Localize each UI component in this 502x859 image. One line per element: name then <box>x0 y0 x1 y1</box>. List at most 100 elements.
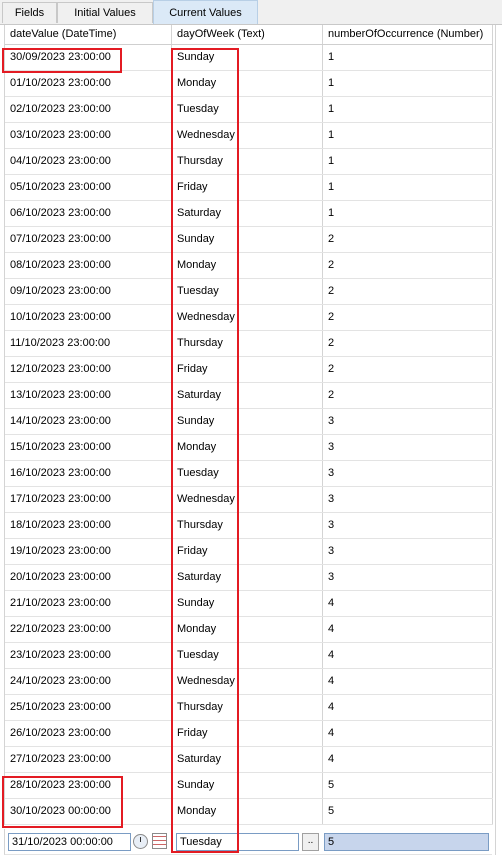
table-row[interactable]: 13/10/2023 23:00:00 Saturday 2 <box>5 383 493 409</box>
table-row[interactable]: 26/10/2023 23:00:00 Friday 4 <box>5 721 493 747</box>
cell-dayofweek[interactable]: Sunday <box>172 45 323 70</box>
cell-datevalue[interactable]: 30/10/2023 00:00:00 <box>5 799 172 824</box>
cell-dayofweek[interactable]: Sunday <box>172 591 323 616</box>
date-value-input[interactable]: 31/10/2023 00:00:00 <box>8 833 131 851</box>
cell-datevalue[interactable]: 10/10/2023 23:00:00 <box>5 305 172 330</box>
table-row[interactable]: 16/10/2023 23:00:00 Tuesday 3 <box>5 461 493 487</box>
cell-dayofweek[interactable]: Monday <box>172 71 323 96</box>
clock-icon[interactable] <box>133 834 148 849</box>
cell-numberofoccurrence[interactable]: 2 <box>323 305 493 330</box>
cell-numberofoccurrence[interactable]: 3 <box>323 409 493 434</box>
cell-dayofweek[interactable]: Wednesday <box>172 669 323 694</box>
cell-datevalue[interactable]: 15/10/2023 23:00:00 <box>5 435 172 460</box>
cell-numberofoccurrence[interactable]: 3 <box>323 435 493 460</box>
cell-datevalue[interactable]: 22/10/2023 23:00:00 <box>5 617 172 642</box>
table-row[interactable]: 20/10/2023 23:00:00 Saturday 3 <box>5 565 493 591</box>
cell-numberofoccurrence[interactable]: 4 <box>323 669 493 694</box>
table-row[interactable]: 10/10/2023 23:00:00 Wednesday 2 <box>5 305 493 331</box>
cell-dayofweek[interactable]: Thursday <box>172 695 323 720</box>
cell-dayofweek[interactable]: Wednesday <box>172 123 323 148</box>
cell-dayofweek[interactable]: Sunday <box>172 409 323 434</box>
table-row[interactable]: 18/10/2023 23:00:00 Thursday 3 <box>5 513 493 539</box>
cell-numberofoccurrence[interactable]: 2 <box>323 279 493 304</box>
cell-datevalue[interactable]: 05/10/2023 23:00:00 <box>5 175 172 200</box>
cell-dayofweek[interactable]: Wednesday <box>172 305 323 330</box>
cell-numberofoccurrence[interactable]: 1 <box>323 149 493 174</box>
day-of-week-input[interactable]: Tuesday <box>176 833 299 851</box>
cell-datevalue[interactable]: 24/10/2023 23:00:00 <box>5 669 172 694</box>
column-header-dayofweek[interactable]: dayOfWeek (Text) <box>172 25 323 44</box>
table-row[interactable]: 23/10/2023 23:00:00 Tuesday 4 <box>5 643 493 669</box>
cell-numberofoccurrence[interactable]: 1 <box>323 45 493 70</box>
cell-dayofweek[interactable]: Saturday <box>172 201 323 226</box>
cell-dayofweek[interactable]: Saturday <box>172 383 323 408</box>
table-row[interactable]: 03/10/2023 23:00:00 Wednesday 1 <box>5 123 493 149</box>
column-header-datevalue[interactable]: dateValue (DateTime) <box>5 25 172 44</box>
cell-datevalue[interactable]: 07/10/2023 23:00:00 <box>5 227 172 252</box>
cell-dayofweek[interactable]: Tuesday <box>172 279 323 304</box>
table-row[interactable]: 21/10/2023 23:00:00 Sunday 4 <box>5 591 493 617</box>
cell-datevalue[interactable]: 20/10/2023 23:00:00 <box>5 565 172 590</box>
cell-datevalue[interactable]: 06/10/2023 23:00:00 <box>5 201 172 226</box>
cell-datevalue[interactable]: 02/10/2023 23:00:00 <box>5 97 172 122</box>
cell-dayofweek[interactable]: Thursday <box>172 149 323 174</box>
cell-datevalue[interactable]: 14/10/2023 23:00:00 <box>5 409 172 434</box>
cell-numberofoccurrence[interactable]: 5 <box>323 799 493 824</box>
cell-numberofoccurrence[interactable]: 2 <box>323 331 493 356</box>
cell-dayofweek[interactable]: Sunday <box>172 227 323 252</box>
cell-numberofoccurrence[interactable]: 1 <box>323 201 493 226</box>
cell-dayofweek[interactable]: Friday <box>172 721 323 746</box>
cell-datevalue[interactable]: 19/10/2023 23:00:00 <box>5 539 172 564</box>
cell-numberofoccurrence[interactable]: 1 <box>323 123 493 148</box>
cell-dayofweek[interactable]: Monday <box>172 617 323 642</box>
cell-datevalue[interactable]: 26/10/2023 23:00:00 <box>5 721 172 746</box>
table-row[interactable]: 01/10/2023 23:00:00 Monday 1 <box>5 71 493 97</box>
table-row[interactable]: 09/10/2023 23:00:00 Tuesday 2 <box>5 279 493 305</box>
cell-dayofweek[interactable]: Monday <box>172 799 323 824</box>
cell-datevalue[interactable]: 11/10/2023 23:00:00 <box>5 331 172 356</box>
cell-dayofweek[interactable]: Sunday <box>172 773 323 798</box>
table-row[interactable]: 06/10/2023 23:00:00 Saturday 1 <box>5 201 493 227</box>
table-row[interactable]: 08/10/2023 23:00:00 Monday 2 <box>5 253 493 279</box>
cell-datevalue[interactable]: 23/10/2023 23:00:00 <box>5 643 172 668</box>
cell-dayofweek[interactable]: Tuesday <box>172 643 323 668</box>
table-row[interactable]: 07/10/2023 23:00:00 Sunday 2 <box>5 227 493 253</box>
cell-dayofweek[interactable]: Monday <box>172 435 323 460</box>
cell-dayofweek[interactable]: Saturday <box>172 565 323 590</box>
cell-dayofweek[interactable]: Friday <box>172 357 323 382</box>
cell-datevalue[interactable]: 25/10/2023 23:00:00 <box>5 695 172 720</box>
cell-datevalue[interactable]: 21/10/2023 23:00:00 <box>5 591 172 616</box>
cell-datevalue[interactable]: 16/10/2023 23:00:00 <box>5 461 172 486</box>
column-header-numberofoccurrence[interactable]: numberOfOccurrence (Number) <box>323 25 493 44</box>
cell-numberofoccurrence[interactable]: 3 <box>323 565 493 590</box>
cell-datevalue[interactable]: 13/10/2023 23:00:00 <box>5 383 172 408</box>
cell-datevalue[interactable]: 04/10/2023 23:00:00 <box>5 149 172 174</box>
table-row[interactable]: 30/09/2023 23:00:00 Sunday 1 <box>5 45 493 71</box>
number-of-occurrence-input[interactable]: 5 <box>324 833 489 851</box>
ellipsis-button[interactable]: .. <box>302 833 319 851</box>
table-row[interactable]: 28/10/2023 23:00:00 Sunday 5 <box>5 773 493 799</box>
cell-numberofoccurrence[interactable]: 3 <box>323 539 493 564</box>
cell-dayofweek[interactable]: Saturday <box>172 747 323 772</box>
cell-numberofoccurrence[interactable]: 3 <box>323 513 493 538</box>
cell-numberofoccurrence[interactable]: 2 <box>323 383 493 408</box>
cell-datevalue[interactable]: 18/10/2023 23:00:00 <box>5 513 172 538</box>
table-row[interactable]: 30/10/2023 00:00:00 Monday 5 <box>5 799 493 825</box>
table-row[interactable]: 24/10/2023 23:00:00 Wednesday 4 <box>5 669 493 695</box>
cell-dayofweek[interactable]: Monday <box>172 253 323 278</box>
cell-numberofoccurrence[interactable]: 4 <box>323 721 493 746</box>
cell-numberofoccurrence[interactable]: 4 <box>323 591 493 616</box>
cell-numberofoccurrence[interactable]: 2 <box>323 253 493 278</box>
cell-datevalue[interactable]: 03/10/2023 23:00:00 <box>5 123 172 148</box>
cell-dayofweek[interactable]: Tuesday <box>172 97 323 122</box>
cell-dayofweek[interactable]: Wednesday <box>172 487 323 512</box>
cell-datevalue[interactable]: 12/10/2023 23:00:00 <box>5 357 172 382</box>
cell-numberofoccurrence[interactable]: 1 <box>323 97 493 122</box>
table-row[interactable]: 04/10/2023 23:00:00 Thursday 1 <box>5 149 493 175</box>
table-row[interactable]: 15/10/2023 23:00:00 Monday 3 <box>5 435 493 461</box>
table-row[interactable]: 25/10/2023 23:00:00 Thursday 4 <box>5 695 493 721</box>
cell-numberofoccurrence[interactable]: 3 <box>323 461 493 486</box>
tab-fields[interactable]: Fields <box>2 2 57 23</box>
table-row[interactable]: 05/10/2023 23:00:00 Friday 1 <box>5 175 493 201</box>
table-row[interactable]: 12/10/2023 23:00:00 Friday 2 <box>5 357 493 383</box>
